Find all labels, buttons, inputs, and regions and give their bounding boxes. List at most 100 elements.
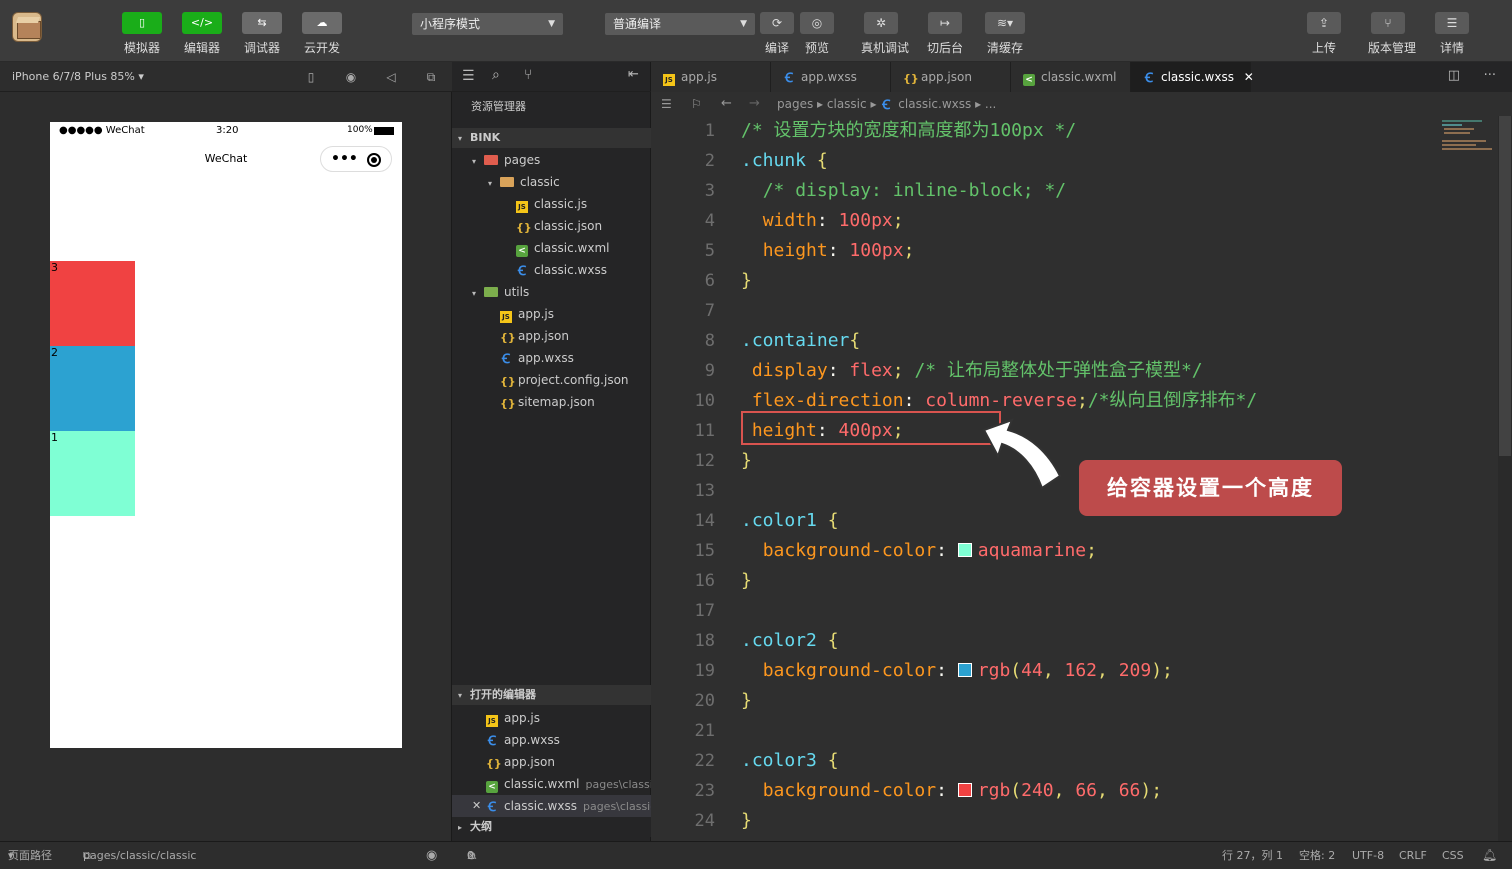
open-editor-item[interactable]: JS app.js xyxy=(452,707,651,729)
color-swatch[interactable] xyxy=(957,663,972,677)
list-icon[interactable]: ☰ xyxy=(462,68,475,84)
tree-file[interactable]: Ꞓclassic.wxss xyxy=(504,259,607,281)
debugger-toggle-button[interactable]: ⇆ 调试器 xyxy=(239,12,285,56)
wxss-file-icon: Ꞓ xyxy=(502,352,510,367)
open-editor-item[interactable]: ✕ Ꞓclassic.wxss pages\classic xyxy=(452,795,656,817)
indentation[interactable]: 空格: 2 xyxy=(1299,842,1335,869)
open-editor-item[interactable]: < classic.wxml pages\classic xyxy=(452,773,659,795)
clear-cache-label: 清缓存 xyxy=(986,41,1023,55)
tree-file[interactable]: {} classic.json xyxy=(504,215,602,237)
tree-file[interactable]: {} app.json xyxy=(488,325,569,347)
editor-toggle-button[interactable]: </> 编辑器 xyxy=(179,12,225,56)
mode-select[interactable]: 小程序模式 ▼ xyxy=(412,13,563,35)
collapse-panel-icon[interactable]: ⇤ xyxy=(628,67,639,82)
breadcrumb-item[interactable]: classic.wxss xyxy=(898,97,971,111)
code-token: } xyxy=(741,270,752,291)
page-path-select[interactable]: 页面路径 ▾ xyxy=(8,842,52,869)
simulator-toggle-button[interactable]: ▯ 模拟器 xyxy=(119,12,165,56)
more-actions-icon[interactable]: ··· xyxy=(1484,68,1496,83)
breadcrumb-item[interactable]: pages xyxy=(777,97,813,111)
device-select[interactable]: iPhone 6/7/8 Plus 85% ▾ xyxy=(12,70,144,83)
tab-classic-wxml[interactable]: < classic.wxml xyxy=(1011,62,1131,92)
tab-app-wxss[interactable]: Ꞓapp.wxss xyxy=(771,62,891,92)
volume-icon[interactable]: ◁ xyxy=(384,70,398,84)
close-tab-icon[interactable]: ✕ xyxy=(1240,70,1254,84)
tree-folder[interactable]: ▾ pages xyxy=(472,149,540,171)
open-editor-item[interactable]: Ꞓapp.wxss xyxy=(452,729,651,751)
code-token: : xyxy=(903,390,926,411)
code-token: .color3 xyxy=(741,750,828,771)
line-ending[interactable]: CRLF xyxy=(1399,842,1427,869)
project-section-header[interactable]: ▾ BINK xyxy=(452,128,651,148)
tree-file[interactable]: {} sitemap.json xyxy=(488,391,595,413)
phone-rotate-icon[interactable]: ▯ xyxy=(304,70,318,84)
forward-arrow-icon[interactable]: → xyxy=(749,92,760,116)
notification-bell-icon[interactable]: 🔔︎ xyxy=(1482,842,1497,869)
tree-file[interactable]: {} project.config.json xyxy=(488,369,629,391)
breadcrumb-item[interactable]: classic xyxy=(827,97,867,111)
breadcrumb-item[interactable]: ... xyxy=(985,97,996,111)
close-icon[interactable]: ✕ xyxy=(472,795,481,817)
bookmark-icon[interactable]: ⚐ xyxy=(691,92,702,116)
tree-folder[interactable]: ▾ utils xyxy=(472,281,529,303)
split-editor-icon[interactable]: ◫ xyxy=(1448,68,1460,83)
code-token: ( xyxy=(1010,660,1022,681)
tree-file[interactable]: < classic.wxml xyxy=(504,237,609,259)
list-icon[interactable]: ☰ xyxy=(661,92,672,116)
color-swatch[interactable] xyxy=(957,543,972,557)
tab-app-json[interactable]: {} app.json xyxy=(891,62,1011,92)
preview-button[interactable]: ◎ 预览 xyxy=(797,12,837,56)
open-editor-item[interactable]: {} app.json xyxy=(452,751,651,773)
tree-file[interactable]: JS app.js xyxy=(488,303,554,325)
close-target-icon[interactable] xyxy=(367,153,381,167)
window-icon[interactable]: ⧉ xyxy=(424,70,438,84)
bug-icon: ✲ xyxy=(864,12,898,34)
more-dots-icon[interactable]: ••• xyxy=(331,140,358,178)
compile-label: 编译 xyxy=(764,41,789,55)
encoding[interactable]: UTF-8 xyxy=(1352,842,1384,869)
tree-folder[interactable]: ▾ classic xyxy=(488,171,560,193)
code-token: /*纵向且倒序排布*/ xyxy=(1087,390,1258,411)
git-branch-icon[interactable]: ⑂ xyxy=(524,67,532,83)
search-icon[interactable]: ⌕ xyxy=(492,67,500,83)
back-arrow-icon[interactable]: ← xyxy=(721,92,732,116)
copy-icon[interactable]: ⧉ xyxy=(83,842,91,869)
capsule-menu[interactable]: ••• xyxy=(320,146,392,172)
outline-header[interactable]: ▸ 大纲 xyxy=(452,817,651,837)
compile-select-value: 普通编译 xyxy=(613,17,662,31)
record-icon[interactable]: ◉ xyxy=(344,70,358,84)
app-logo-icon[interactable] xyxy=(12,12,42,42)
tree-file[interactable]: JS classic.js xyxy=(504,193,587,215)
compile-select[interactable]: 普通编译 ▼ xyxy=(605,13,755,35)
scrollbar-thumb[interactable] xyxy=(1499,116,1511,456)
chevron-down-icon: ▼ xyxy=(548,19,555,29)
tab-app-js[interactable]: JS app.js xyxy=(651,62,771,92)
breadcrumb: ☰ ⚐ ← → pages ▸ classic ▸ Ꞓclassic.wxss … xyxy=(651,92,1512,116)
chevron-down-icon: ▾ xyxy=(458,134,463,143)
open-editors-header[interactable]: ▾ 打开的编辑器 xyxy=(452,685,651,705)
open-editor-label: app.js xyxy=(504,711,540,725)
upload-button[interactable]: ⇪ 上传 xyxy=(1304,12,1344,56)
cursor-position[interactable]: 行 27，列 1 xyxy=(1222,842,1283,869)
color-swatch[interactable] xyxy=(957,783,972,797)
explorer-toolbar: ☰ ⌕ ⑂ ⇤ xyxy=(452,62,651,92)
compile-button[interactable]: ⟳ 编译 xyxy=(757,12,797,56)
tab-classic-wxss[interactable]: Ꞓclassic.wxss ✕ xyxy=(1131,62,1254,92)
remote-debug-button[interactable]: ✲ 真机调试 xyxy=(861,12,909,56)
wxml-file-icon: < xyxy=(1023,74,1035,86)
code-token: rgb xyxy=(977,780,1011,801)
version-control-button[interactable]: ⑂ 版本管理 xyxy=(1368,12,1416,56)
line-number: 22 xyxy=(694,751,715,771)
tree-file[interactable]: Ꞓapp.wxss xyxy=(488,347,574,369)
code-token: } xyxy=(741,450,752,471)
cloud-dev-button[interactable]: ☁ 云开发 xyxy=(299,12,345,56)
clear-cache-button[interactable]: ≋▾ 清缓存 xyxy=(985,12,1025,56)
language-mode[interactable]: CSS xyxy=(1442,842,1464,869)
minimap[interactable] xyxy=(1436,116,1496,176)
background-switch-button[interactable]: ↦ 切后台 xyxy=(925,12,965,56)
eye-icon[interactable]: ◉ xyxy=(426,842,437,869)
code-token: 240 xyxy=(1021,780,1054,801)
wxss-file-icon: Ꞓ xyxy=(1145,71,1153,86)
details-button[interactable]: ☰ 详情 xyxy=(1432,12,1472,56)
